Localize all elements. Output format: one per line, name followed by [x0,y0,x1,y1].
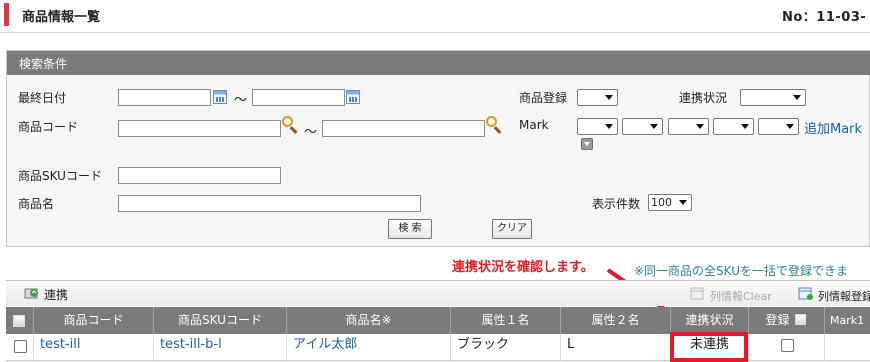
mark2-select[interactable] [622,118,663,135]
column-header-sku-code[interactable]: 商品SKUコード [154,307,287,334]
row-attr2: L [561,334,671,361]
column-info-clear-button[interactable]: 列情報Clear [710,288,772,304]
column-header-link-status[interactable]: 連携状況 [671,307,749,334]
expand-marks-icon[interactable] [581,138,593,150]
mark-label: Mark [519,118,549,132]
product-code-from-input[interactable] [118,120,281,137]
display-count-value: 100 [651,196,672,209]
row-product-name[interactable]: アイル太郎 [287,334,451,361]
link-status-select[interactable] [740,89,806,106]
column-clear-icon [690,287,704,300]
calendar-icon[interactable] [213,90,227,104]
column-header-product-code[interactable]: 商品コード [34,307,154,334]
select-all-checkbox[interactable] [13,315,25,327]
title-accent-bar [4,3,9,26]
product-name-input[interactable] [118,195,421,212]
add-mark-link[interactable]: 追加Mark [804,118,862,137]
page-title: 商品情報一覧 [22,10,101,25]
row-mark1 [825,334,870,361]
search-panel-title: 検索条件 [7,51,870,75]
column-header-mark1[interactable]: Mark1 [825,307,870,334]
record-number: No：11-03- [782,10,867,25]
sync-icon [24,288,38,299]
row-registration-checkbox[interactable] [781,339,794,352]
display-count-select[interactable]: 100 [648,194,692,211]
product-registration-select[interactable] [577,89,618,106]
last-date-from-input[interactable] [118,89,211,106]
product-code-label: 商品コード [18,120,79,134]
registration-all-checkbox[interactable] [795,314,806,325]
search-button[interactable]: 検 索 [388,219,432,239]
column-header-registration[interactable]: 登録 [749,307,825,334]
row-attr1: ブラック [451,334,561,361]
search-panel [6,50,870,247]
display-count-label: 表示件数 [592,197,641,211]
clear-button[interactable]: クリア [492,219,532,239]
column-info-register-button[interactable]: 列情報登録 [818,288,870,304]
column-header-attr2[interactable]: 属性２名 [561,307,671,334]
product-name-label: 商品名 [18,197,55,211]
calendar-icon[interactable] [346,90,360,104]
callout-text: 連携状況を確認します。 [452,260,594,275]
last-date-to-input[interactable] [252,89,345,106]
code-range-tilde: ～ [304,125,318,140]
row-product-code[interactable]: test-ill [34,334,154,361]
row-select-checkbox[interactable] [14,340,27,353]
search-icon[interactable] [485,116,503,134]
link-status-highlight [670,332,748,362]
link-button[interactable]: 連携 [44,286,68,303]
column-header-attr1[interactable]: 属性１名 [451,307,561,334]
mark3-select[interactable] [668,118,709,135]
column-header-product-name[interactable]: 商品名※ [287,307,451,334]
row-sku-code[interactable]: test-ill-b-l [154,334,287,361]
mark1-select[interactable] [577,118,618,135]
header-divider [0,32,870,33]
product-sku-label: 商品SKUコード [18,169,102,183]
product-registration-label: 商品登録 [519,91,568,105]
last-date-label: 最終日付 [18,91,67,105]
search-icon[interactable] [281,116,299,134]
column-register-icon [798,287,813,300]
mark4-select[interactable] [713,118,754,135]
link-status-label: 連携状況 [679,91,728,105]
product-code-to-input[interactable] [322,120,485,137]
product-sku-input[interactable] [118,167,281,184]
date-range-tilde: ～ [234,93,248,108]
mark5-select[interactable] [758,118,799,135]
